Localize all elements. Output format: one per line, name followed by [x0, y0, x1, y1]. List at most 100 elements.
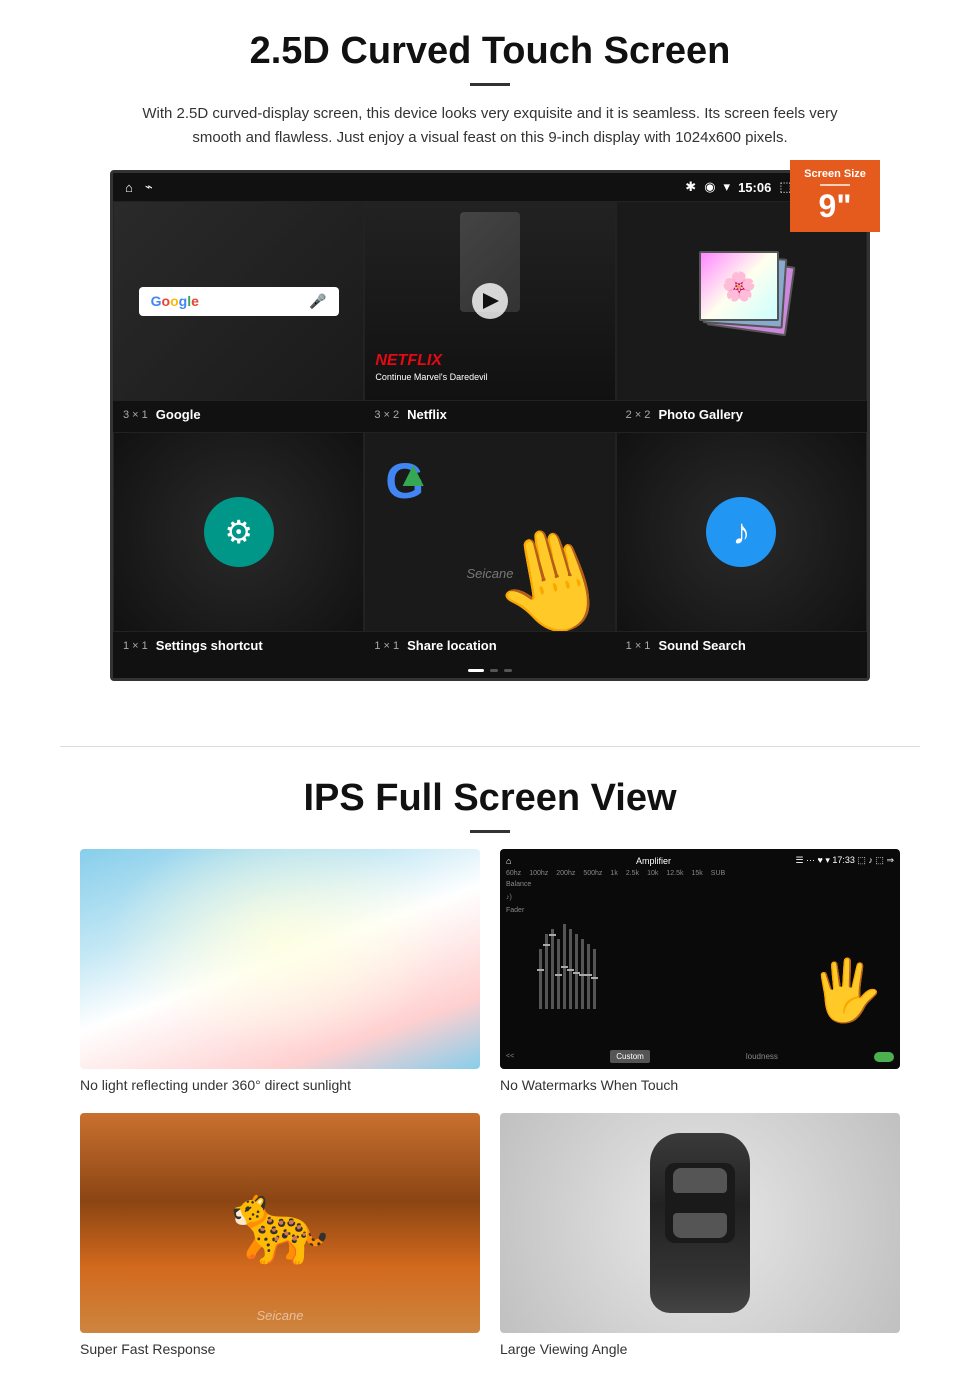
car-window-rear — [673, 1213, 727, 1238]
eq-bar7 — [575, 934, 578, 1009]
netflix-app-cell[interactable]: NETFLIX Continue Marvel's Daredevil — [364, 201, 615, 401]
gallery-dims: 2 × 2 — [626, 409, 651, 421]
eq-sliders: 🖐 — [539, 881, 894, 1046]
sound-app-name: Sound Search — [658, 638, 745, 653]
section1-description: With 2.5D curved-display screen, this de… — [140, 102, 840, 150]
hand-finger: 🤚 — [479, 517, 615, 632]
app-grid-row1: Google 🎤 NETFLIX Continue Marvel's Dared… — [113, 201, 867, 401]
sound-dims: 1 × 1 — [626, 640, 651, 652]
netflix-subtitle: Continue Marvel's Daredevil — [375, 372, 487, 382]
eq-icons: ☰ ··· ♥ ▾ 17:33 ⬚ ♪ ⬚ ⇒ — [795, 855, 894, 866]
play-button[interactable] — [472, 283, 508, 319]
gallery-app-name: Photo Gallery — [658, 407, 743, 422]
music-note-icon: ♪ — [732, 511, 750, 553]
share-label-cell: 1 × 1 Share location — [364, 636, 615, 655]
settings-app-cell[interactable]: ⚙ — [113, 432, 364, 632]
google-logo: Google — [151, 293, 199, 309]
section2-divider — [470, 830, 510, 833]
seicane-cheetah: Seicane — [257, 1308, 304, 1323]
feature-watermark: ⌂ Amplifier ☰ ··· ♥ ▾ 17:33 ⬚ ♪ ⬚ ⇒ 60hz… — [500, 849, 900, 1093]
eq-topbar: ⌂ Amplifier ☰ ··· ♥ ▾ 17:33 ⬚ ♪ ⬚ ⇒ — [506, 855, 894, 866]
section2: IPS Full Screen View No light reflecting… — [0, 747, 980, 1377]
feature-sunlight: No light reflecting under 360° direct su… — [80, 849, 480, 1093]
eq-custom: Custom — [610, 1050, 650, 1063]
screen-size-badge: Screen Size 9" — [790, 160, 880, 232]
app-labels-row1: 3 × 1 Google 3 × 2 Netflix 2 × 2 Photo G… — [113, 401, 867, 432]
netflix-logo: NETFLIX — [375, 352, 442, 370]
eq-screen: ⌂ Amplifier ☰ ··· ♥ ▾ 17:33 ⬚ ♪ ⬚ ⇒ 60hz… — [500, 849, 900, 1069]
share-location-cell[interactable]: G ▲ 🤚 Seicane — [364, 432, 615, 632]
eq-nav: << — [506, 1053, 514, 1060]
eq-bar10 — [593, 949, 596, 1009]
feature-image-equalizer: ⌂ Amplifier ☰ ··· ♥ ▾ 17:33 ⬚ ♪ ⬚ ⇒ 60hz… — [500, 849, 900, 1069]
loudness-toggle[interactable] — [874, 1052, 894, 1062]
google-app-name: Google — [156, 407, 201, 422]
netflix-app-name: Netflix — [407, 407, 447, 422]
sound-label-cell: 1 × 1 Sound Search — [616, 636, 867, 655]
feature-image-sunlight — [80, 849, 480, 1069]
status-left: ⌂ ⌁ — [125, 179, 153, 195]
sky-image — [80, 849, 480, 1069]
feature-image-cheetah: 🐆 Seicane — [80, 1113, 480, 1333]
eq-bar3 — [551, 929, 554, 1009]
feature-image-car: › — [500, 1113, 900, 1333]
status-bar: ⌂ ⌁ ✱ ◉ ▾ 15:06 ⬚ 🔊 ✕ ▭ — [113, 173, 867, 201]
google-dims: 3 × 1 — [123, 409, 148, 421]
hand-touch-eq: 🖐 — [809, 955, 884, 1026]
car-shape — [650, 1133, 750, 1313]
settings-icon-wrapper: ⚙ — [204, 497, 274, 567]
home-icon[interactable]: ⌂ — [125, 180, 133, 195]
car-image: › — [500, 1113, 900, 1333]
gallery-label-cell: 2 × 2 Photo Gallery — [616, 405, 867, 424]
eq-bar1 — [539, 949, 542, 1009]
eq-footer: << Custom loudness — [506, 1050, 894, 1063]
feature-label-fast: Super Fast Response — [80, 1341, 480, 1357]
eq-bar4 — [557, 939, 560, 1009]
section1: 2.5D Curved Touch Screen With 2.5D curve… — [0, 0, 980, 706]
feature-label-sunlight: No light reflecting under 360° direct su… — [80, 1077, 480, 1093]
section1-title: 2.5D Curved Touch Screen — [60, 30, 920, 73]
sound-search-cell[interactable]: ♪ — [616, 432, 867, 632]
status-time: 15:06 — [738, 180, 771, 195]
eq-body: Balance ♪) Fader — [506, 881, 894, 1046]
google-search-bar[interactable]: Google 🎤 — [139, 287, 339, 316]
usb-icon: ⌁ — [145, 179, 153, 195]
feature-viewing: › Large Viewing Angle — [500, 1113, 900, 1357]
eq-bar2 — [545, 934, 548, 1009]
page-dot-1 — [468, 669, 484, 672]
sun-ray — [80, 849, 480, 1069]
eq-bar5 — [563, 924, 566, 1009]
gear-icon: ⚙ — [224, 513, 253, 551]
eq-loudness-label: loudness — [746, 1052, 778, 1061]
eq-bar9 — [587, 944, 590, 1009]
cheetah-image: 🐆 Seicane — [80, 1113, 480, 1333]
google-app-cell[interactable]: Google 🎤 — [113, 201, 364, 401]
google-label-cell: 3 × 1 Google — [113, 405, 364, 424]
netflix-label-cell: 3 × 2 Netflix — [364, 405, 615, 424]
feature-grid: No light reflecting under 360° direct su… — [60, 849, 920, 1357]
car-roof — [665, 1163, 735, 1243]
page-dot-2 — [490, 669, 498, 672]
photo-stack: 🌸 — [691, 251, 791, 351]
eq-side-labels: Balance ♪) Fader — [506, 881, 535, 1046]
mic-icon[interactable]: 🎤 — [309, 293, 326, 310]
netflix-dims: 3 × 2 — [374, 409, 399, 421]
eq-freq-labels: 60hz100hz200hz500hz1k2.5k10k12.5k15kSUB — [506, 870, 894, 877]
music-icon-wrapper: ♪ — [706, 497, 776, 567]
app-grid-row2: ⚙ G ▲ 🤚 Seicane ♪ — [113, 432, 867, 632]
eq-title: Amplifier — [636, 856, 671, 866]
badge-size: 9" — [819, 188, 852, 224]
page-dot-3 — [504, 669, 512, 672]
feature-label-watermark: No Watermarks When Touch — [500, 1077, 900, 1093]
section1-divider — [470, 83, 510, 86]
eq-home: ⌂ — [506, 856, 511, 866]
location-icon: ◉ — [704, 179, 715, 195]
share-app-name: Share location — [407, 638, 497, 653]
app-labels-row2: 1 × 1 Settings shortcut 1 × 1 Share loca… — [113, 632, 867, 663]
feature-fast: 🐆 Seicane Super Fast Response — [80, 1113, 480, 1357]
android-screen: ⌂ ⌁ ✱ ◉ ▾ 15:06 ⬚ 🔊 ✕ ▭ — [110, 170, 870, 681]
device-mockup: Screen Size 9" ⌂ ⌁ ✱ ◉ ▾ 15:06 ⬚ 🔊 ✕ — [110, 170, 870, 681]
cheetah-emoji: 🐆 — [230, 1176, 330, 1270]
car-window-front — [673, 1168, 727, 1193]
page-indicators — [113, 663, 867, 678]
